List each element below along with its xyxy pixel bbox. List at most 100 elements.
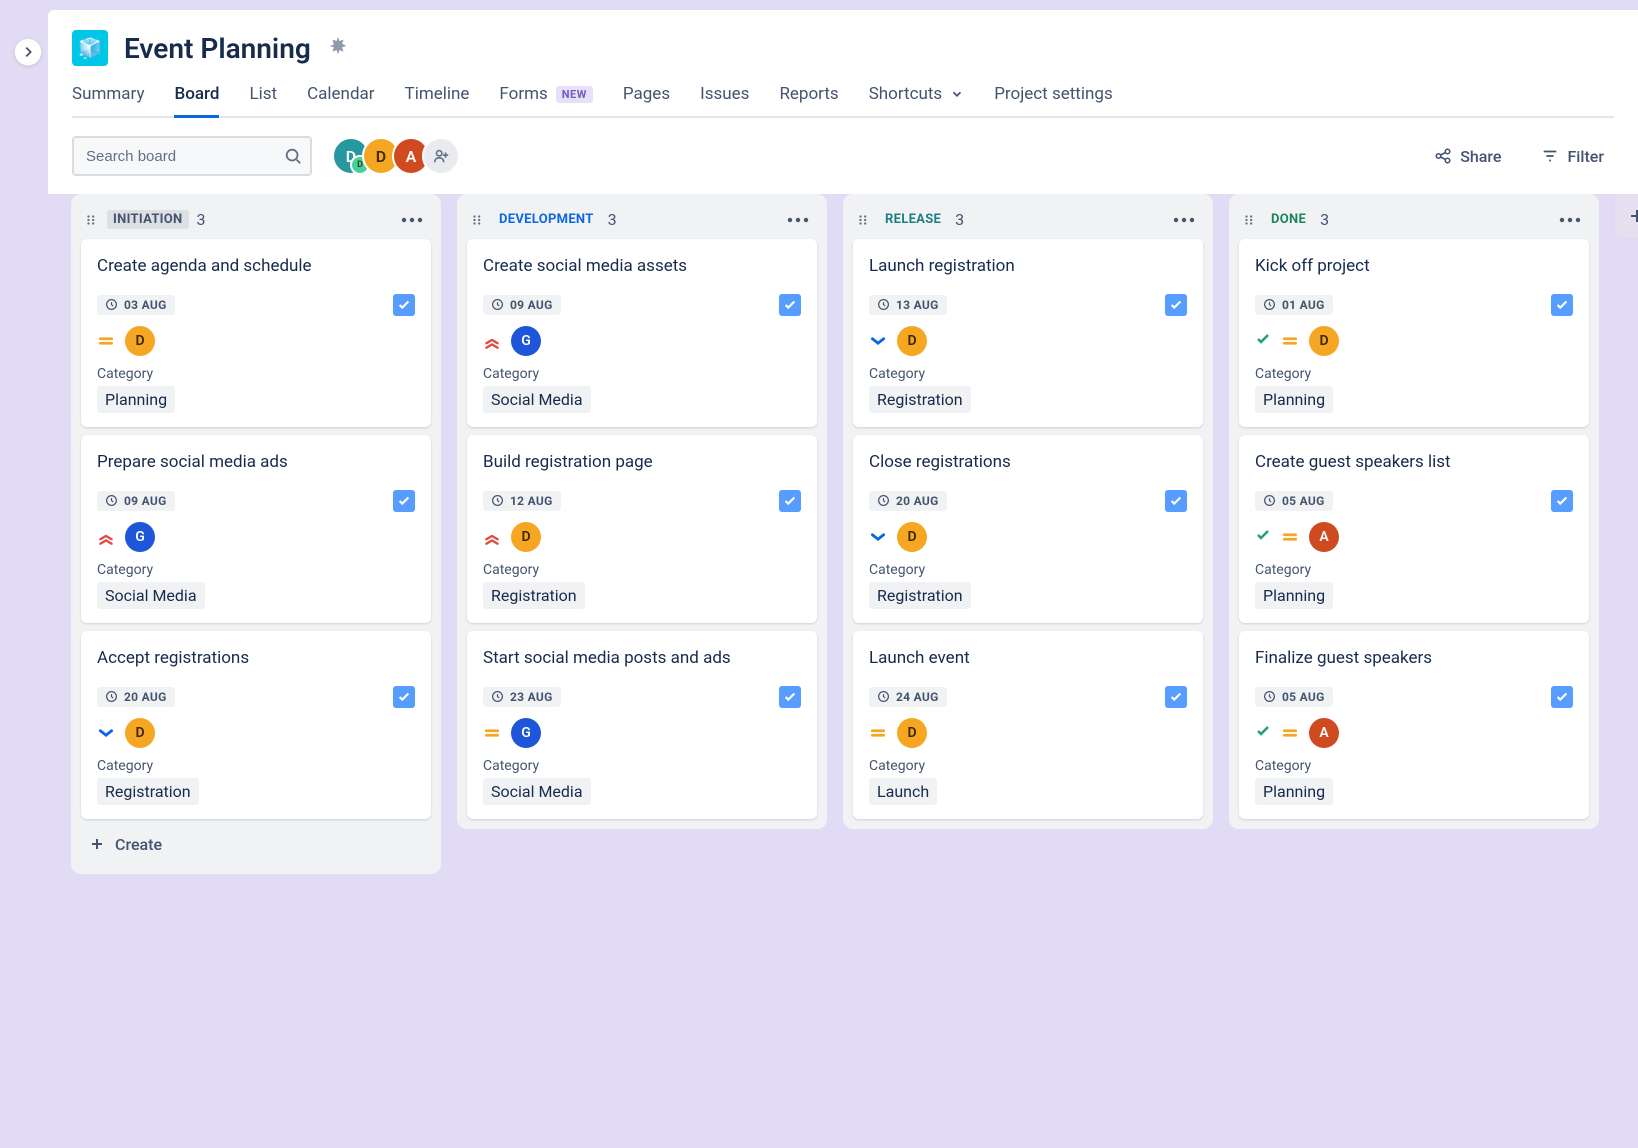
add-people-button[interactable] xyxy=(422,137,460,175)
done-check-icon xyxy=(1255,723,1271,743)
tab-calendar[interactable]: Calendar xyxy=(307,84,374,116)
card-title: Create social media assets xyxy=(483,255,801,278)
due-date-chip: 23 AUG xyxy=(483,687,561,707)
category-label: Category xyxy=(97,562,415,578)
tab-reports[interactable]: Reports xyxy=(779,84,838,116)
tab-board[interactable]: Board xyxy=(174,84,219,116)
category-label: Category xyxy=(483,758,801,774)
clock-icon xyxy=(877,690,890,703)
category-chip: Planning xyxy=(97,386,175,413)
category-chip: Registration xyxy=(869,582,971,609)
customize-icon[interactable] xyxy=(327,35,349,61)
clock-icon xyxy=(491,690,504,703)
due-date-chip: 09 AUG xyxy=(483,295,561,315)
priority-medium-icon xyxy=(1281,528,1299,546)
card-title: Start social media posts and ads xyxy=(483,647,801,670)
assignee-avatar[interactable]: D xyxy=(1309,326,1339,356)
card-title: Prepare social media ads xyxy=(97,451,415,474)
category-chip: Social Media xyxy=(483,778,591,805)
card[interactable]: Create social media assets09 AUGGCategor… xyxy=(467,239,817,427)
assignee-avatar[interactable]: A xyxy=(1309,522,1339,552)
clock-icon xyxy=(105,298,118,311)
add-column-button[interactable] xyxy=(1615,194,1638,238)
priority-medium-icon xyxy=(97,332,115,350)
assignee-avatar[interactable]: G xyxy=(511,718,541,748)
due-date-text: 05 AUG xyxy=(1282,494,1325,508)
due-date-chip: 03 AUG xyxy=(97,295,175,315)
card[interactable]: Accept registrations20 AUGDCategoryRegis… xyxy=(81,631,431,819)
column-name[interactable]: DONE xyxy=(1265,210,1312,229)
tab-summary[interactable]: Summary xyxy=(72,84,144,116)
category-chip: Planning xyxy=(1255,582,1333,609)
tab-shortcuts[interactable]: Shortcuts xyxy=(869,84,965,116)
assignee-avatar[interactable]: G xyxy=(125,522,155,552)
tab-forms[interactable]: FormsNEW xyxy=(499,84,592,116)
card[interactable]: Kick off project01 AUGDCategoryPlanning xyxy=(1239,239,1589,427)
card-title: Launch event xyxy=(869,647,1187,670)
priority-low-icon xyxy=(97,724,115,742)
category-chip: Registration xyxy=(483,582,585,609)
project-icon: 🧊 xyxy=(72,30,108,66)
card[interactable]: Create agenda and schedule 03 AUG D Categor… xyxy=(81,239,431,427)
card[interactable]: Prepare social media ads09 AUGGCategoryS… xyxy=(81,435,431,623)
clock-icon xyxy=(1263,494,1276,507)
drag-handle-icon[interactable] xyxy=(85,213,99,227)
clock-icon xyxy=(1263,298,1276,311)
category-label: Category xyxy=(97,366,415,382)
drag-handle-icon[interactable] xyxy=(471,213,485,227)
category-chip: Social Media xyxy=(97,582,205,609)
column-name[interactable]: RELEASE xyxy=(879,210,947,229)
assignee-avatar[interactable]: D xyxy=(897,718,927,748)
filter-button[interactable]: Filter xyxy=(1531,141,1614,172)
tab-timeline[interactable]: Timeline xyxy=(405,84,470,116)
drag-handle-icon[interactable] xyxy=(1243,213,1257,227)
card[interactable]: Start social media posts and ads 23 AUG GC… xyxy=(467,631,817,819)
card[interactable]: Launch event24 AUGDCategoryLaunch xyxy=(853,631,1203,819)
clock-icon xyxy=(491,298,504,311)
tab-project-settings[interactable]: Project settings xyxy=(994,84,1113,116)
column-name[interactable]: INITIATION xyxy=(107,210,189,229)
tab-pages[interactable]: Pages xyxy=(623,84,670,116)
due-date-chip: 05 AUG xyxy=(1255,687,1333,707)
column-name[interactable]: DEVELOPMENT xyxy=(493,210,600,229)
column-menu-icon[interactable] xyxy=(783,213,813,227)
tab-issues[interactable]: Issues xyxy=(700,84,749,116)
tab-label: Timeline xyxy=(405,84,470,104)
tab-label: Shortcuts xyxy=(869,84,943,104)
share-button[interactable]: Share xyxy=(1424,141,1511,172)
category-label: Category xyxy=(97,758,415,774)
card-title: Create guest speakers list xyxy=(1255,451,1573,474)
assignee-avatar[interactable]: D xyxy=(125,326,155,356)
drag-handle-icon[interactable] xyxy=(857,213,871,227)
tab-list[interactable]: List xyxy=(249,84,277,116)
card[interactable]: Finalize guest speakers05 AUGACategoryPl… xyxy=(1239,631,1589,819)
tab-label: Forms xyxy=(499,84,547,104)
done-check-icon xyxy=(1255,527,1271,547)
card[interactable]: Close registrations20 AUGDCategoryRegist… xyxy=(853,435,1203,623)
assignee-avatar[interactable]: D xyxy=(125,718,155,748)
create-card-button[interactable]: Create xyxy=(81,825,431,864)
card[interactable]: Create guest speakers list05 AUGACategor… xyxy=(1239,435,1589,623)
search-input[interactable] xyxy=(72,136,312,176)
category-label: Category xyxy=(869,758,1187,774)
card-title: Create agenda and schedule xyxy=(97,255,415,278)
assignee-avatar[interactable]: A xyxy=(1309,718,1339,748)
tab-label: Reports xyxy=(779,84,838,104)
task-type-icon xyxy=(779,294,801,316)
expand-sidebar-button[interactable] xyxy=(14,38,42,66)
column-menu-icon[interactable] xyxy=(397,213,427,227)
clock-icon xyxy=(1263,690,1276,703)
assignee-avatars[interactable]: DDA xyxy=(332,137,460,175)
tab-label: List xyxy=(249,84,277,104)
card[interactable]: Build registration page12 AUGDCategoryRe… xyxy=(467,435,817,623)
task-type-icon xyxy=(1551,686,1573,708)
due-date-chip: 12 AUG xyxy=(483,491,561,511)
column-menu-icon[interactable] xyxy=(1169,213,1199,227)
card[interactable]: Launch registration13 AUGDCategoryRegist… xyxy=(853,239,1203,427)
column-menu-icon[interactable] xyxy=(1555,213,1585,227)
assignee-avatar[interactable]: G xyxy=(511,326,541,356)
assignee-avatar[interactable]: D xyxy=(897,522,927,552)
assignee-avatar[interactable]: D xyxy=(511,522,541,552)
assignee-avatar[interactable]: D xyxy=(897,326,927,356)
filter-label: Filter xyxy=(1567,147,1604,166)
